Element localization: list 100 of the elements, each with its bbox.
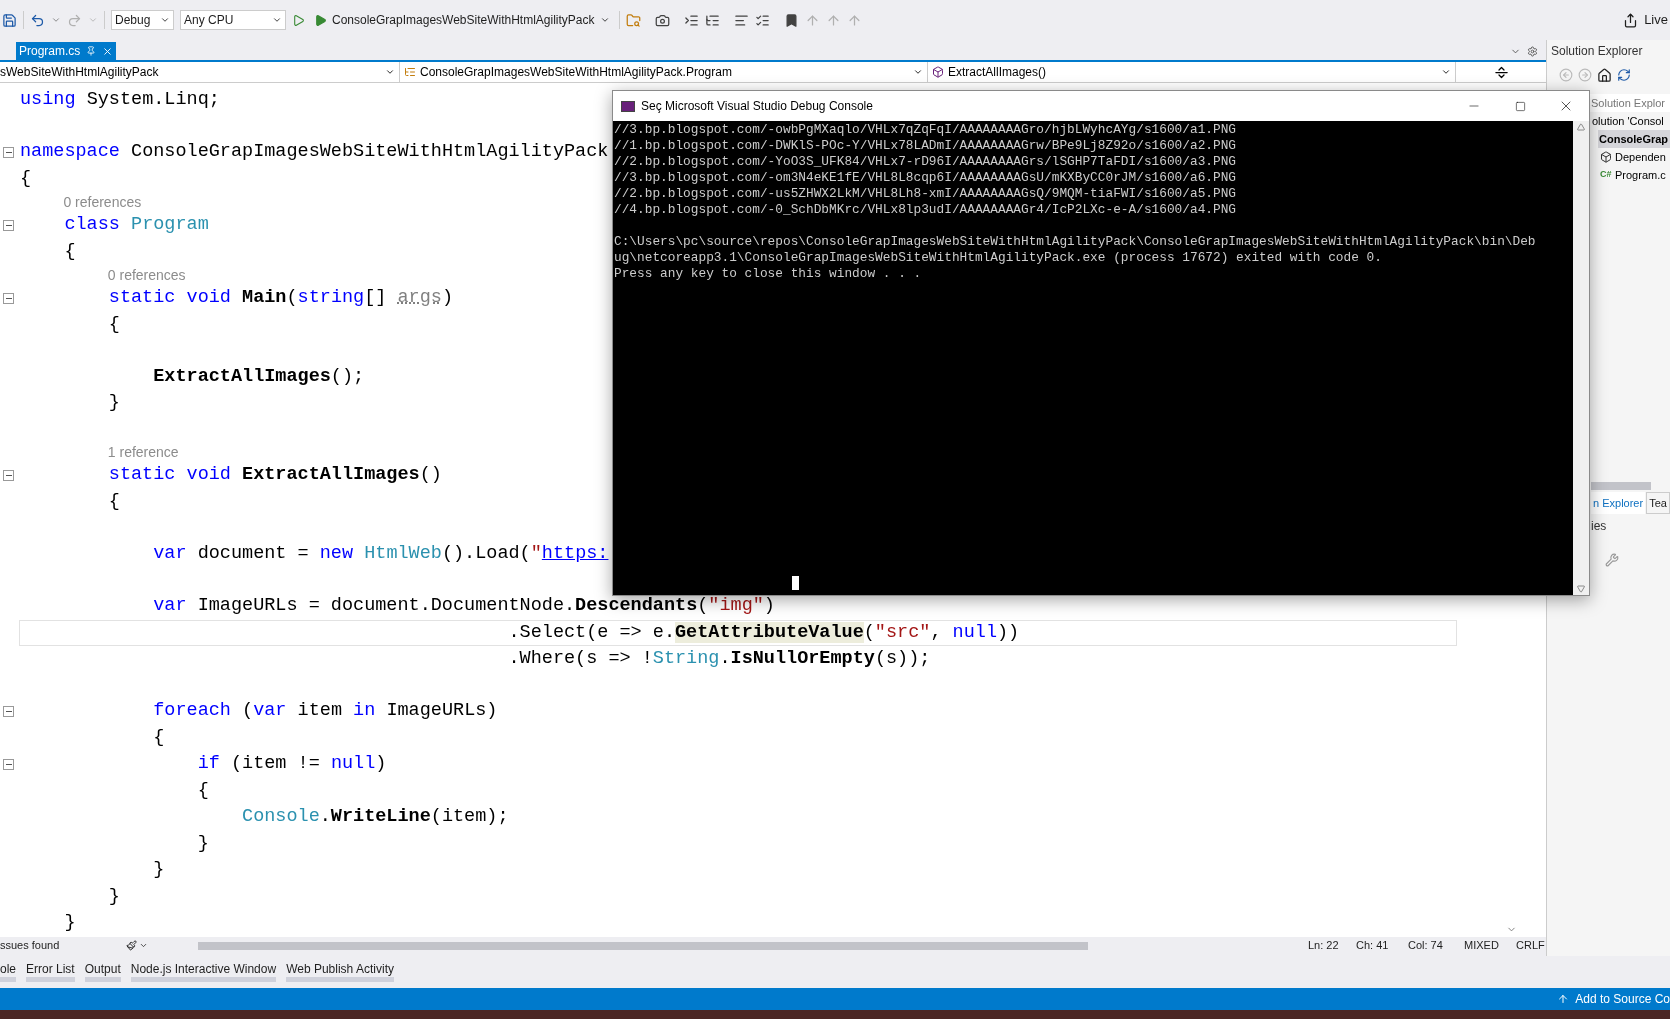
tree-item[interactable]: olution 'Consol <box>1591 112 1670 130</box>
caret-icon <box>385 67 395 77</box>
close-icon[interactable] <box>102 45 114 57</box>
caret-icon[interactable] <box>139 941 148 950</box>
collapse-icon[interactable] <box>3 219 14 231</box>
code-line: { <box>19 166 33 191</box>
collapse-icon[interactable] <box>3 759 14 771</box>
code-line: if (item != null) <box>196 752 388 777</box>
caret-icon <box>160 15 170 25</box>
redo-icon[interactable] <box>67 12 82 28</box>
share-icon <box>1623 12 1639 28</box>
live-share-button[interactable]: Live <box>1623 10 1670 30</box>
panel-tab[interactable]: Tea <box>1646 492 1670 514</box>
undo-icon[interactable] <box>30 12 45 28</box>
console-line: ug\netcoreapp3.1\ConsoleGrapImagesWebSiteWithHtmlAgilityPack.exe (process 17672) exited with code 0. <box>614 250 1382 266</box>
brush-icon[interactable] <box>126 940 137 951</box>
code-line: foreach (var item in ImageURLs) <box>152 699 499 724</box>
console-line: //4.bp.blogspot.com/-0_SchDbMKrc/VHLx8lp3udI/AAAAAAAAGr4/IcP2LXc-e-A/s1600/a4.PNG <box>614 202 1237 218</box>
collapse-icon[interactable] <box>3 292 14 304</box>
code-line: } <box>152 858 166 883</box>
scroll-down-icon[interactable] <box>1577 585 1585 593</box>
settings-icon[interactable] <box>1527 45 1538 57</box>
split-icon[interactable] <box>1493 64 1509 80</box>
editor-tab[interactable]: Program.cs <box>16 42 117 60</box>
scrollbar[interactable] <box>1573 121 1589 595</box>
home-icon[interactable] <box>1597 67 1612 83</box>
code-line: var ImageURLs = document.DocumentNode.Descendants("img") <box>152 594 776 619</box>
file-type-icon: C# <box>1600 168 1612 182</box>
code-line: } <box>107 885 121 909</box>
caret-icon <box>1441 67 1451 77</box>
console-line: //3.bp.blogspot.com/-om3N4eKE1fE/VHL8L8cqp6I/AAAAAAAAGsU/mKXByCC0rJM/s1600/a6.PNG <box>614 170 1237 186</box>
wrench-icon[interactable] <box>1605 553 1619 567</box>
type-dropdown[interactable]: ConsoleGrapImagesWebSiteWithHtmlAgilityPack.Program <box>400 62 928 82</box>
camera-icon[interactable] <box>654 12 670 28</box>
code-line: ExtractAllImages(); <box>152 364 366 389</box>
pin-icon[interactable] <box>86 46 97 56</box>
code-line: static void Main(string[] args) <box>107 286 455 310</box>
play-icon[interactable] <box>292 13 305 27</box>
caret-icon <box>272 15 282 25</box>
console-line: C:\Users\pc\source\repos\ConsoleGrapImagesWebSiteWithHtmlAgilityPack\ConsoleGrapImagesWebSiteWithHtmlAgilityPack\bin\Deb <box>614 234 1536 250</box>
issues-text[interactable]: ssues found <box>0 937 126 954</box>
code-line: } <box>63 911 77 936</box>
char-number: Ch: 41 <box>1356 938 1390 954</box>
member-dropdown[interactable]: ExtractAllImages() <box>928 62 1456 82</box>
arrow-up-icon[interactable] <box>1557 993 1570 1005</box>
column-number: Col: 74 <box>1408 938 1444 954</box>
code-line: static void ExtractAllImages() <box>107 463 443 488</box>
scrollbar[interactable] <box>1591 482 1651 490</box>
panel-tab[interactable]: n Explorer <box>1591 492 1646 514</box>
code-line: { <box>63 239 77 264</box>
reference-count[interactable]: 0 references <box>63 193 142 212</box>
code-line: { <box>196 779 210 803</box>
search-field[interactable]: Solution Explor <box>1590 94 1670 112</box>
class-icon <box>404 66 416 78</box>
start-button[interactable]: ConsoleGrapImagesWebSiteWithHtmlAgilityPack <box>311 10 613 30</box>
code-line: { <box>107 312 121 337</box>
console-line: //2.bp.blogspot.com/-YoO3S_UFK84/VHLx7-rD96I/AAAAAAAAGrs/lSGHP7TaFDI/s1600/a3.PNG <box>614 154 1237 170</box>
maximize-icon <box>1514 100 1526 112</box>
console-line: //2.bp.blogspot.com/-us5ZHWX2LkM/VHL8Lh8-xmI/AAAAAAAAGsQ/9MQM-tiaFWI/s1600/a5.PNG <box>614 186 1237 202</box>
whitespace-mode[interactable]: MIXED <box>1464 937 1516 954</box>
tool-window-tab[interactable]: Error List <box>26 960 75 982</box>
console-app-icon <box>621 100 635 112</box>
tree-item[interactable]: ConsoleGrap <box>1598 130 1670 148</box>
bookmark-icon[interactable] <box>783 12 799 28</box>
reference-count[interactable]: 0 references <box>107 266 186 285</box>
configuration-dropdown[interactable]: Debug <box>111 10 174 30</box>
method-icon <box>932 66 944 78</box>
collapse-icon[interactable] <box>3 146 14 158</box>
save-all-icon[interactable] <box>2 12 17 28</box>
code-line: var document = new HtmlWeb().Load("https: <box>152 542 610 567</box>
collapse-icon[interactable] <box>3 470 14 482</box>
list-tree-icon[interactable] <box>704 12 720 28</box>
code-line: { <box>152 726 166 750</box>
list-icon[interactable] <box>754 12 770 28</box>
sync-icon[interactable] <box>1617 68 1631 82</box>
tree-item[interactable]: C# Program.c <box>1599 166 1670 184</box>
tool-window-tab[interactable]: Web Publish Activity <box>286 960 394 982</box>
tool-window-tab[interactable]: ole <box>0 960 16 982</box>
platform-dropdown[interactable]: Any CPU <box>180 10 286 30</box>
caret-icon <box>599 15 610 25</box>
code-line: Console.WriteLine(item); <box>241 805 510 830</box>
folder-icon[interactable] <box>625 12 641 28</box>
indent-icon[interactable] <box>683 12 699 28</box>
line-ending[interactable]: CRLF <box>1516 937 1545 954</box>
project-dropdown[interactable]: sWebSiteWithHtmlAgilityPack <box>0 62 400 82</box>
caret-icon[interactable] <box>51 15 61 25</box>
console-line: Press any key to close this window . . . <box>614 266 922 282</box>
window-title: Seç Microsoft Visual Studio Debug Console <box>641 98 873 115</box>
source-control-button[interactable]: Add to Source Co <box>1575 990 1670 1008</box>
scroll-up-icon[interactable] <box>1577 123 1585 131</box>
dependencies-icon <box>1600 151 1612 163</box>
code-line: .Where(s => !String.IsNullOrEmpty(s)); <box>507 647 932 672</box>
tool-window-tab[interactable]: Node.js Interactive Window <box>130 960 277 982</box>
tree-item[interactable]: Dependen <box>1599 148 1670 166</box>
console-line: //3.bp.blogspot.com/-owbPgMXaqlo/VHLx7qZqFqI/AAAAAAAAGro/hjbLWyhcAYg/s1600/a1.PNG <box>614 122 1237 138</box>
collapse-icon[interactable] <box>3 706 14 718</box>
align-left-icon[interactable] <box>733 12 749 28</box>
text-cursor <box>792 576 799 590</box>
tool-window-tab[interactable]: Output <box>84 960 121 982</box>
line-number: Ln: 22 <box>1308 938 1340 954</box>
